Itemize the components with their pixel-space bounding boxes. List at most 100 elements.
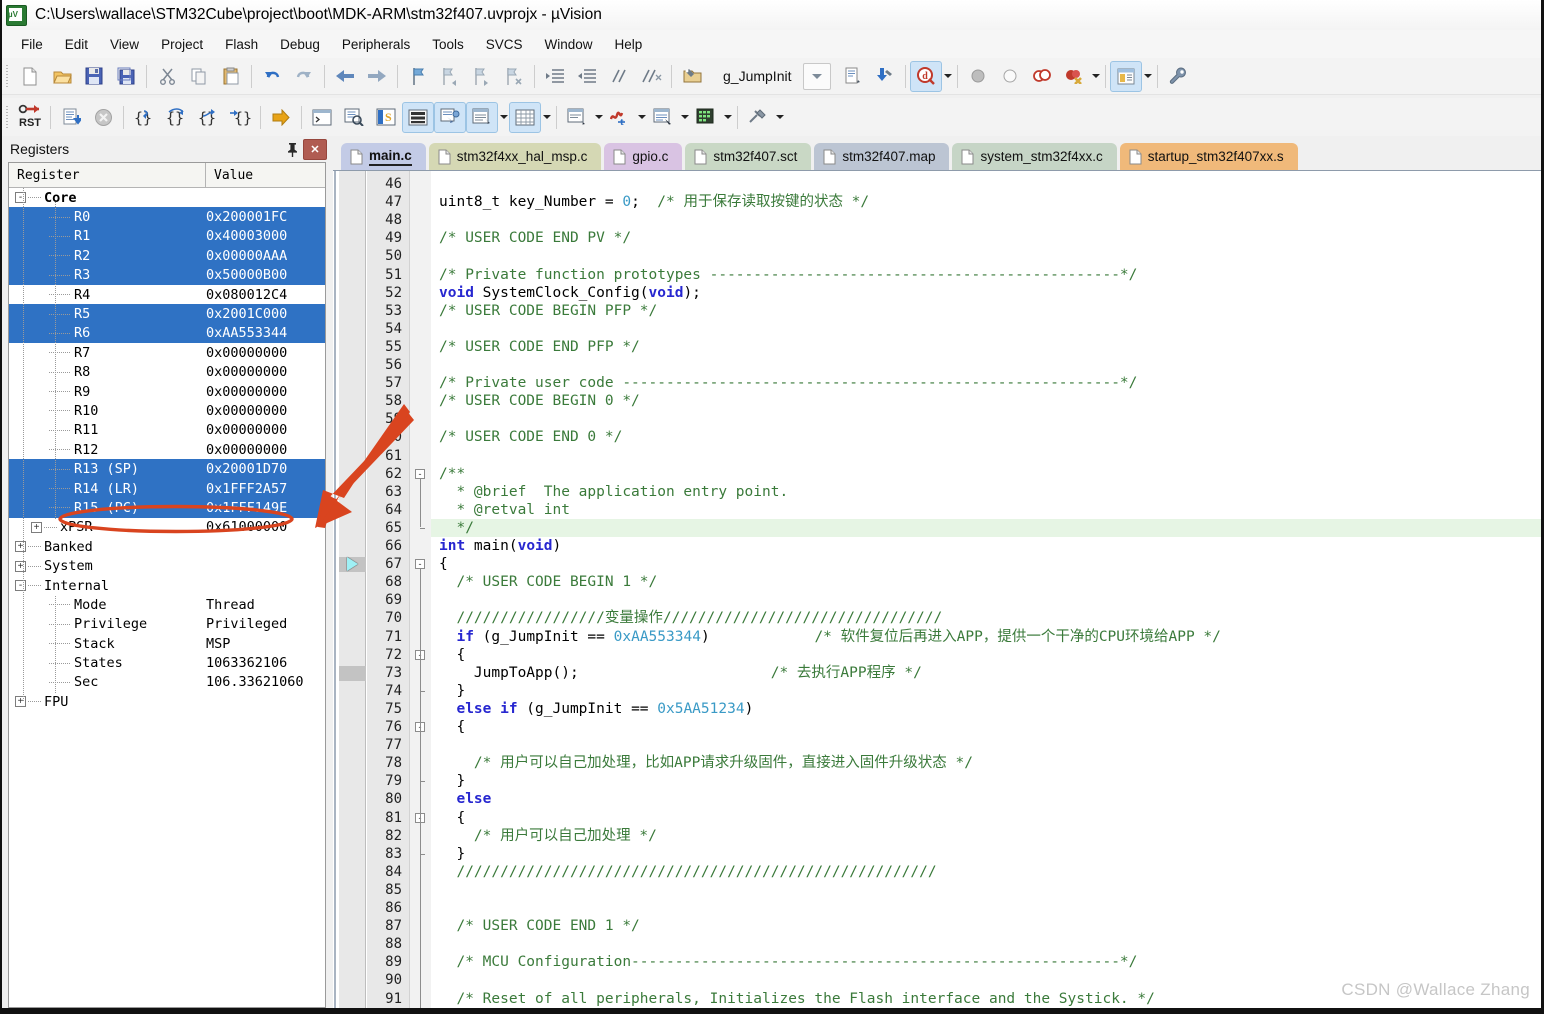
code-line[interactable]: /**	[439, 465, 465, 483]
menu-item-edit[interactable]: Edit	[54, 34, 99, 55]
fold-toggle[interactable]: -	[415, 468, 425, 479]
column-header-value[interactable]: Value	[206, 163, 325, 187]
code-line[interactable]: /* USER CODE BEGIN 1 */	[439, 573, 657, 591]
call-stack-window-button[interactable]	[434, 101, 466, 133]
undo-button[interactable]	[256, 61, 288, 92]
insert-bookmark-button[interactable]	[402, 61, 434, 92]
pin-icon[interactable]	[281, 139, 303, 159]
register-value[interactable]: 0x080012C4	[206, 287, 325, 303]
code-line[interactable]: else	[439, 790, 491, 808]
editor-tab-gpio-c[interactable]: gpio.c	[604, 143, 683, 170]
code-line[interactable]: /* USER CODE BEGIN PFP */	[439, 302, 657, 320]
navigate-back-button[interactable]	[329, 61, 361, 92]
menu-item-flash[interactable]: Flash	[214, 34, 269, 55]
register-value[interactable]: 0x1FFF149E	[206, 500, 325, 516]
editor-tab-system-stm32f4xx-c[interactable]: system_stm32f4xx.c	[952, 143, 1117, 170]
register-row[interactable]: R6 0xAA553344	[9, 323, 325, 344]
code-line[interactable]: /* MCU Configuration--------------------…	[439, 953, 1137, 971]
register-row[interactable]: Sec 106.33621060	[9, 673, 325, 692]
system-viewer-button[interactable]	[690, 102, 722, 133]
run-to-cursor-button[interactable]: {}	[224, 102, 256, 133]
code-line[interactable]: * @brief The application entry point.	[439, 483, 788, 501]
code-line[interactable]: /* USER CODE END 1 */	[439, 917, 639, 935]
register-row[interactable]: + System	[9, 556, 325, 575]
register-row[interactable]: + Banked	[9, 537, 325, 556]
code-marker-block[interactable]	[339, 665, 366, 681]
build-target-button[interactable]	[837, 61, 869, 92]
expand-icon[interactable]: +	[15, 560, 26, 572]
prev-bookmark-button[interactable]	[434, 61, 466, 92]
indent-button[interactable]	[539, 61, 571, 92]
trace-window-button[interactable]	[647, 102, 679, 133]
register-row[interactable]: R13 (SP) 0x20001D70	[9, 459, 325, 479]
column-header-register[interactable]: Register	[9, 163, 206, 187]
expand-icon[interactable]: +	[15, 696, 26, 708]
register-value[interactable]: 0x00000000	[206, 364, 325, 380]
register-row[interactable]: + xPSR 0x61000000	[9, 518, 325, 537]
register-row[interactable]: R8 0x00000000	[9, 363, 325, 382]
register-value[interactable]: 0x00000000	[206, 422, 325, 438]
disable-all-breakpoints-button[interactable]	[1026, 61, 1058, 92]
expand-icon[interactable]: +	[31, 521, 42, 533]
serial-window-button[interactable]	[561, 102, 593, 133]
menu-item-svcs[interactable]: SVCS	[475, 34, 534, 55]
code-line[interactable]: /* USER CODE BEGIN 0 */	[439, 392, 640, 410]
breakpoint-margin[interactable]	[339, 171, 366, 1014]
code-line[interactable]: JumpToApp(); /* 去执行APP程序 */	[439, 664, 922, 682]
register-row[interactable]: R5 0x2001C000	[9, 304, 325, 324]
toolbox-caret[interactable]	[774, 103, 785, 132]
register-value[interactable]: 0x00000000	[206, 403, 325, 419]
code-line[interactable]: {	[439, 809, 465, 827]
debug-options-caret[interactable]	[942, 62, 953, 91]
register-row[interactable]: R9 0x00000000	[9, 382, 325, 401]
navigate-forward-button[interactable]	[361, 61, 393, 92]
menu-item-help[interactable]: Help	[604, 34, 654, 55]
code-folding-margin[interactable]: -----	[409, 171, 431, 1014]
expand-icon[interactable]: +	[15, 541, 26, 553]
register-value[interactable]: 106.33621060	[206, 674, 325, 690]
analysis-window-caret[interactable]	[636, 103, 647, 132]
code-line[interactable]: /* Private user code -------------------…	[439, 374, 1137, 392]
register-value[interactable]: 1063362106	[206, 655, 325, 671]
register-row[interactable]: + FPU	[9, 692, 325, 711]
fold-toggle[interactable]: -	[415, 559, 425, 570]
clear-bookmarks-button[interactable]	[498, 61, 530, 92]
serial-window-caret[interactable]	[593, 103, 604, 132]
memory-window-button[interactable]	[509, 101, 541, 133]
menu-item-file[interactable]: File	[10, 34, 54, 55]
code-line[interactable]: {	[439, 646, 465, 664]
register-value[interactable]: 0x00000AAA	[206, 248, 325, 264]
code-line[interactable]: void SystemClock_Config(void);	[439, 284, 701, 302]
register-row[interactable]: R12 0x00000000	[9, 440, 325, 459]
code-line[interactable]: /* 用户可以自己加处理，比如APP请求升级固件，直接进入固件升级状态 */	[439, 754, 973, 772]
code-line[interactable]: /////////////////变量操作///////////////////…	[439, 609, 942, 627]
register-value[interactable]: 0x00000000	[206, 384, 325, 400]
code-line[interactable]: else if (g_JumpInit == 0x5AA51234)	[439, 700, 753, 718]
show-next-statement-button[interactable]	[265, 102, 297, 133]
register-value[interactable]: 0xAA553344	[206, 325, 325, 341]
watch-symbol-dropdown[interactable]	[803, 62, 832, 90]
code-line[interactable]: {	[439, 555, 448, 573]
breakpoint-options-caret[interactable]	[1090, 62, 1101, 91]
stop-button[interactable]	[87, 102, 119, 133]
step-out-button[interactable]: {}	[192, 102, 224, 133]
menu-item-debug[interactable]: Debug	[269, 34, 331, 55]
register-row[interactable]: R11 0x00000000	[9, 421, 325, 440]
disassembly-window-button[interactable]	[338, 102, 370, 133]
insert-breakpoint-button[interactable]	[962, 61, 994, 92]
code-line[interactable]: /* USER CODE END 0 */	[439, 428, 622, 446]
code-text[interactable]: uint8_t key_Number = 0; /* 用于保存读取按键的状态 *…	[431, 171, 1544, 1014]
editor-tab-stm32f407-sct[interactable]: stm32f407.sct	[685, 143, 812, 170]
configuration-wizard-button[interactable]	[1162, 61, 1194, 92]
registers-tree[interactable]: Register Value - Core R0 0x200001FC R1 0x4000…	[8, 162, 326, 1008]
close-icon[interactable]: ✕	[303, 138, 327, 160]
register-row[interactable]: R7 0x00000000	[9, 343, 325, 362]
target-options-button[interactable]	[676, 61, 708, 92]
register-value[interactable]: MSP	[206, 636, 325, 652]
save-all-button[interactable]	[110, 61, 142, 92]
outdent-button[interactable]	[571, 61, 603, 92]
code-line[interactable]: * @retval int	[439, 501, 570, 519]
watch-symbol-combo[interactable]: g_JumpInit	[714, 68, 791, 84]
register-value[interactable]: 0x61000000	[206, 519, 325, 535]
register-row[interactable]: R15 (PC) 0x1FFF149E	[9, 498, 325, 518]
